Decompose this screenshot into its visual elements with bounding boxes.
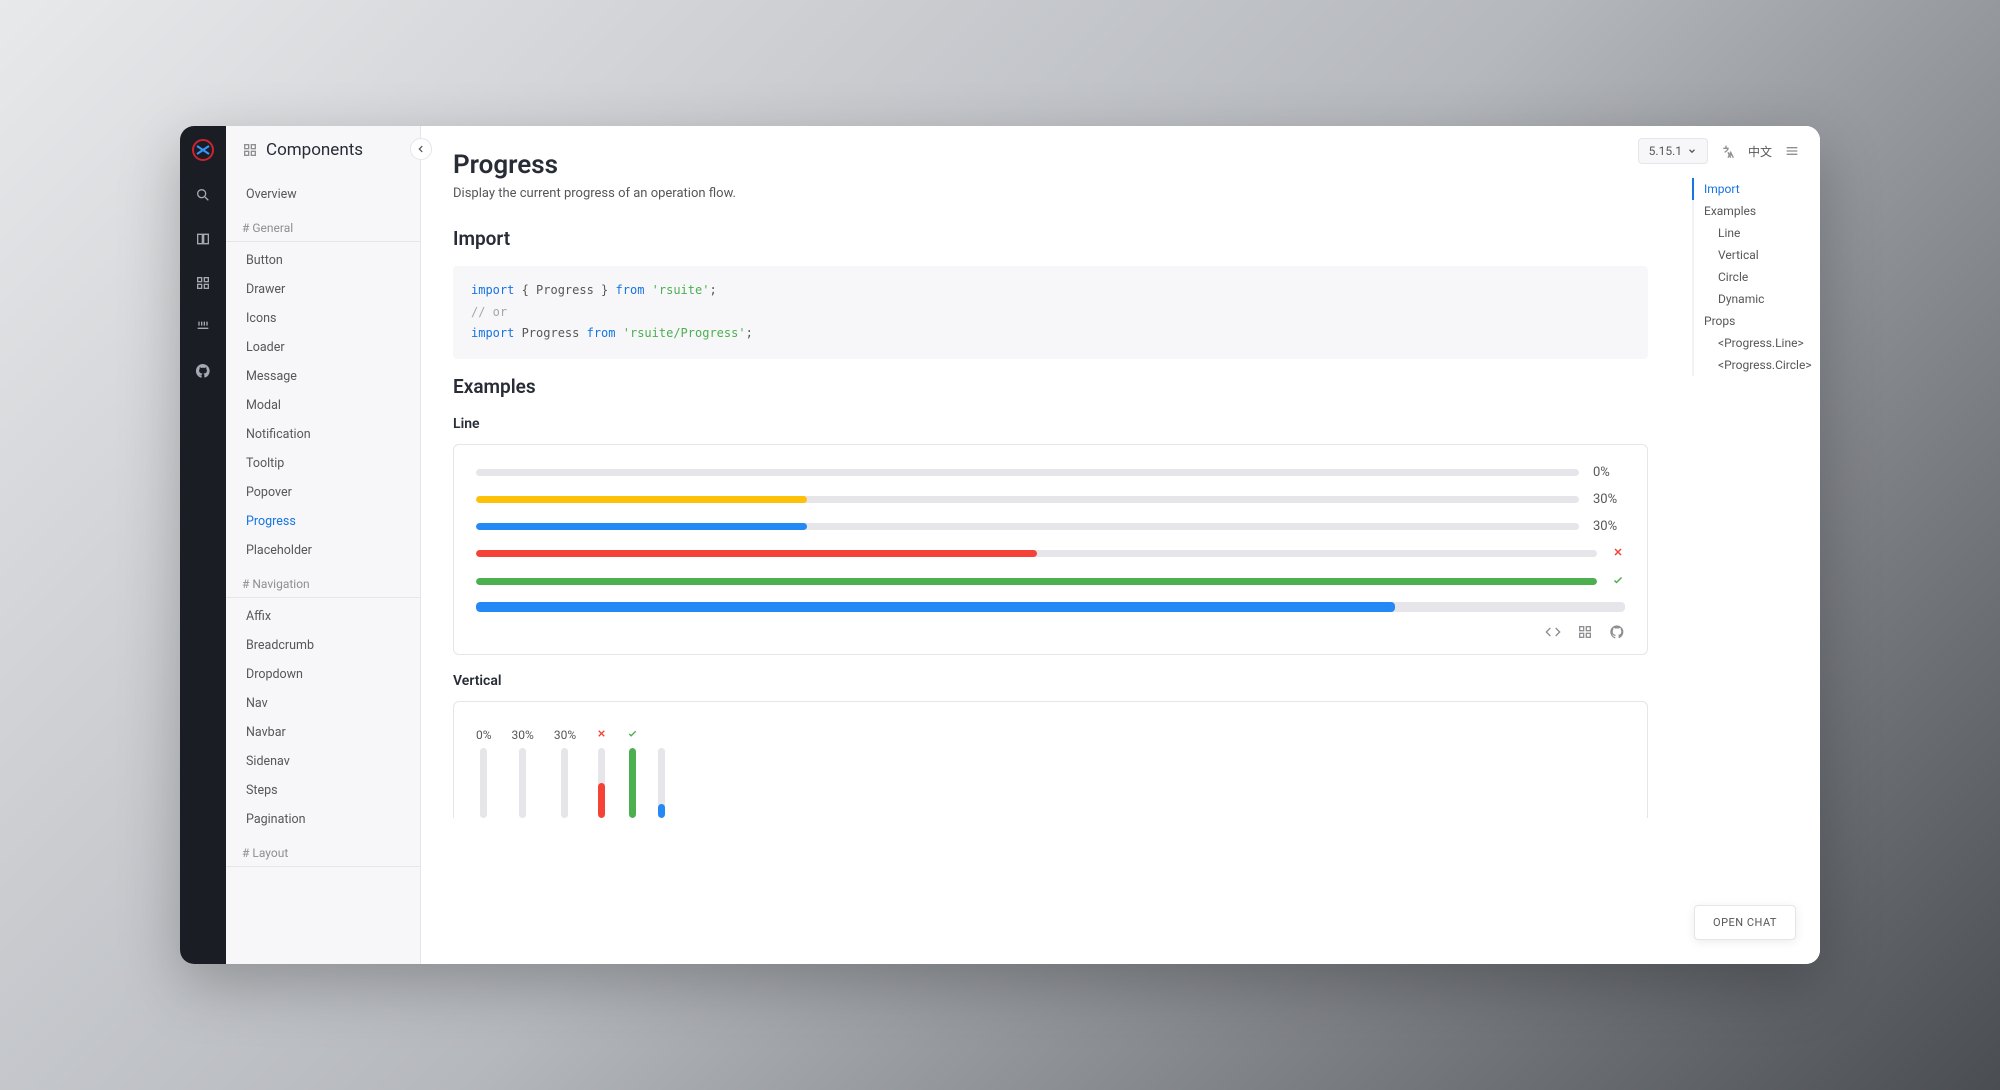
sidebar: Components Overview # General ButtonDrawe… <box>226 126 421 964</box>
sidebar-section-label: # General <box>226 209 420 242</box>
menu-icon[interactable] <box>1782 141 1802 161</box>
sidebar-item-affix[interactable]: Affix <box>226 602 420 631</box>
version-label: 5.15.1 <box>1649 144 1682 158</box>
content: Progress Display the current progress of… <box>421 126 1680 964</box>
icon-bar <box>180 126 226 964</box>
progress-line <box>476 574 1625 590</box>
close-icon <box>596 728 607 742</box>
chevron-down-icon <box>1687 146 1697 156</box>
page-description: Display the current progress of an opera… <box>453 186 1648 201</box>
close-icon <box>1611 546 1625 562</box>
progress-label: 30% <box>554 728 576 742</box>
sidebar-item-drawer[interactable]: Drawer <box>226 275 420 304</box>
sidebar-item-dropdown[interactable]: Dropdown <box>226 660 420 689</box>
sidebar-item-loader[interactable]: Loader <box>226 333 420 362</box>
view-code-icon[interactable] <box>1545 624 1561 640</box>
toc-item[interactable]: Circle <box>1692 266 1808 288</box>
components-icon[interactable] <box>192 272 214 294</box>
open-chat-button[interactable]: OPEN CHAT <box>1694 905 1796 940</box>
sidebar-item-notification[interactable]: Notification <box>226 420 420 449</box>
sidebar-item-breadcrumb[interactable]: Breadcrumb <box>226 631 420 660</box>
code-block-import: import { Progress } from 'rsuite'; // or… <box>453 266 1648 359</box>
progress-vertical <box>596 728 607 818</box>
language-switch[interactable]: 中文 <box>1748 143 1772 160</box>
progress-line <box>476 546 1625 562</box>
sidebar-nav: Overview # General ButtonDrawerIconsLoade… <box>226 174 420 891</box>
check-icon <box>627 728 638 742</box>
progress-label: 30% <box>1593 519 1625 534</box>
progress-vertical: 30% <box>512 728 534 818</box>
search-icon[interactable] <box>192 184 214 206</box>
progress-line: 0% <box>476 465 1625 480</box>
toc-item[interactable]: <Progress.Circle> <box>1692 354 1808 376</box>
guide-icon[interactable] <box>192 228 214 250</box>
sidebar-item-navbar[interactable]: Navbar <box>226 718 420 747</box>
table-of-contents: ImportExamplesLineVerticalCircleDynamicP… <box>1680 126 1820 964</box>
toc-item[interactable]: Props <box>1692 310 1808 332</box>
sidebar-item-placeholder[interactable]: Placeholder <box>226 536 420 565</box>
progress-line: 30% <box>476 519 1625 534</box>
version-dropdown[interactable]: 5.15.1 <box>1638 138 1708 164</box>
progress-label: 0% <box>476 728 492 742</box>
example-toolbar <box>476 624 1625 640</box>
progress-label: 30% <box>512 728 534 742</box>
codesandbox-icon[interactable] <box>1577 624 1593 640</box>
progress-line: 30% <box>476 492 1625 507</box>
sidebar-item-button[interactable]: Button <box>226 246 420 275</box>
sidebar-collapse-button[interactable] <box>410 138 432 160</box>
toc-item[interactable]: Dynamic <box>1692 288 1808 310</box>
github-link-icon[interactable] <box>1609 624 1625 640</box>
progress-vertical <box>627 728 638 818</box>
sidebar-item-modal[interactable]: Modal <box>226 391 420 420</box>
topbar: 5.15.1 中文 <box>1638 138 1802 164</box>
heading-examples: Examples <box>453 375 1648 398</box>
progress-vertical: 0% <box>476 728 492 818</box>
sidebar-item-sidenav[interactable]: Sidenav <box>226 747 420 776</box>
rsuite-logo-icon[interactable] <box>191 138 215 162</box>
sidebar-item-tooltip[interactable]: Tooltip <box>226 449 420 478</box>
progress-vertical: 30% <box>554 728 576 818</box>
sidebar-header: Components <box>226 126 420 174</box>
sidebar-item-steps[interactable]: Steps <box>226 776 420 805</box>
grid-icon <box>242 142 258 158</box>
toc-item[interactable]: Examples <box>1692 200 1808 222</box>
github-icon[interactable] <box>192 360 214 382</box>
check-icon <box>1611 574 1625 590</box>
sidebar-item-pagination[interactable]: Pagination <box>226 805 420 834</box>
translate-icon[interactable] <box>1718 141 1738 161</box>
toc-item[interactable]: Line <box>1692 222 1808 244</box>
progress-label: 0% <box>1593 465 1625 480</box>
toc-item[interactable]: Import <box>1692 178 1808 200</box>
heading-vertical: Vertical <box>453 673 1648 689</box>
sidebar-item-overview[interactable]: Overview <box>226 180 420 209</box>
toc-item[interactable]: <Progress.Line> <box>1692 332 1808 354</box>
main: Progress Display the current progress of… <box>421 126 1820 964</box>
tools-icon[interactable] <box>192 316 214 338</box>
heading-import: Import <box>453 227 1648 250</box>
sidebar-title: Components <box>266 140 363 160</box>
example-box-line: 0% 30% 30% <box>453 444 1648 655</box>
page-title: Progress <box>453 150 1648 180</box>
sidebar-section-label: # Layout <box>226 834 420 867</box>
progress-vertical <box>658 728 665 818</box>
heading-line: Line <box>453 416 1648 432</box>
sidebar-item-nav[interactable]: Nav <box>226 689 420 718</box>
progress-line <box>476 602 1625 612</box>
sidebar-item-icons[interactable]: Icons <box>226 304 420 333</box>
toc-item[interactable]: Vertical <box>1692 244 1808 266</box>
progress-label: 30% <box>1593 492 1625 507</box>
sidebar-item-message[interactable]: Message <box>226 362 420 391</box>
sidebar-item-popover[interactable]: Popover <box>226 478 420 507</box>
sidebar-item-progress[interactable]: Progress <box>226 507 420 536</box>
sidebar-section-label: # Navigation <box>226 565 420 598</box>
chevron-left-icon <box>416 144 426 154</box>
app-window: Components Overview # General ButtonDrawe… <box>180 126 1820 964</box>
example-box-vertical: 0% 30% 30% <box>453 701 1648 818</box>
